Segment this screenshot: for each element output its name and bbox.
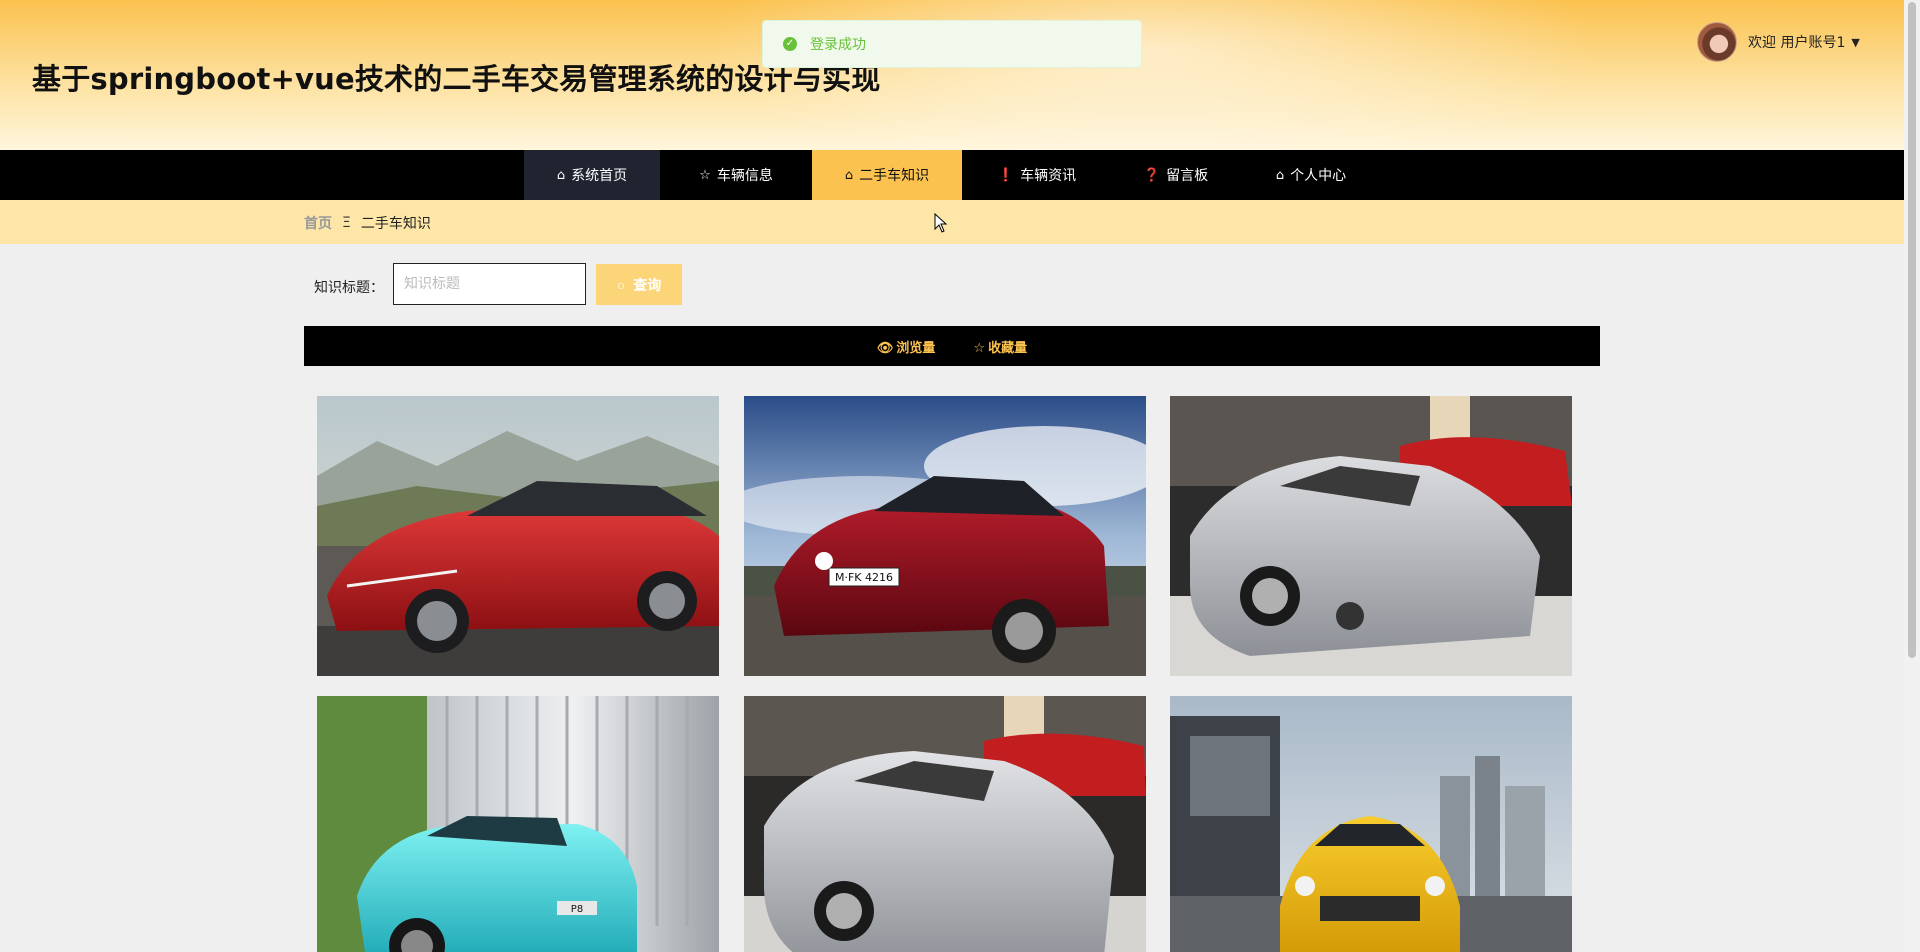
user-menu[interactable]: 欢迎 用户账号1 ▼ <box>1697 22 1860 62</box>
toast-message: 登录成功 <box>810 37 866 53</box>
knowledge-card[interactable]: M·FK 4216 <box>744 396 1146 676</box>
silver-convertible-image <box>1170 396 1572 676</box>
star-icon: ☆ <box>699 167 711 183</box>
eye-icon: 👁 <box>876 340 894 356</box>
search-button-label: 查询 <box>633 276 662 293</box>
yellow-suv-image <box>1170 696 1572 952</box>
nav-label: 车辆资讯 <box>1020 168 1077 184</box>
scrollbar-thumb[interactable] <box>1908 2 1916 658</box>
home-icon: ⌂ <box>1275 167 1285 183</box>
nav-item-home[interactable]: ⌂ 系统首页 <box>524 150 660 200</box>
sort-by-favorites[interactable]: ☆ 收藏量 <box>973 337 1027 356</box>
nav-label: 系统首页 <box>571 168 628 184</box>
main-nav: ⌂ 系统首页 ☆ 车辆信息 ⌂ 二手车知识 ❗ 车辆资讯 ❓ 留言板 ⌂ 个人中… <box>0 150 1904 200</box>
breadcrumb-separator: Ξ <box>342 215 351 231</box>
knowledge-card[interactable] <box>1170 396 1572 676</box>
nav-item-messages[interactable]: ❓ 留言板 <box>1112 150 1240 200</box>
success-toast: ✓ 登录成功 <box>762 20 1142 68</box>
caret-down-icon[interactable]: ▼ <box>1851 36 1859 49</box>
info-icon: ❗ <box>997 167 1015 183</box>
search-button[interactable]: ○ 查询 <box>596 264 682 305</box>
breadcrumb-current: 二手车知识 <box>360 216 431 232</box>
badge-text: P8 <box>571 904 583 915</box>
nav-label: 车辆信息 <box>716 168 773 184</box>
breadcrumb: 首页 Ξ 二手车知识 <box>304 213 431 233</box>
nav-label: 个人中心 <box>1290 168 1347 184</box>
page-scrollbar[interactable] <box>1904 0 1920 952</box>
red-sedan-image <box>317 396 719 676</box>
search-label: 知识标题： <box>314 280 384 296</box>
teal-suv-image: P8 <box>317 696 719 952</box>
star-icon: ☆ <box>973 340 986 356</box>
knowledge-card[interactable] <box>1170 696 1572 952</box>
avatar[interactable] <box>1697 22 1737 62</box>
nav-item-news[interactable]: ❗ 车辆资讯 <box>962 150 1112 200</box>
license-plate: M·FK 4216 <box>835 571 893 584</box>
knowledge-card[interactable]: P8 <box>317 696 719 952</box>
check-circle-icon: ✓ <box>783 37 797 51</box>
search-input[interactable] <box>393 263 586 305</box>
nav-item-knowledge[interactable]: ⌂ 二手车知识 <box>812 150 962 200</box>
site-title: 基于springboot+vue技术的二手车交易管理系统的设计与实现 <box>32 62 881 96</box>
search-icon: ○ <box>616 276 626 293</box>
home-icon: ⌂ <box>556 167 566 183</box>
knowledge-card[interactable] <box>744 696 1146 952</box>
help-icon: ❓ <box>1143 167 1161 183</box>
knowledge-card[interactable] <box>317 396 719 676</box>
nav-label: 二手车知识 <box>859 168 930 184</box>
nav-item-profile[interactable]: ⌂ 个人中心 <box>1240 150 1382 200</box>
bag-icon: ⌂ <box>844 167 854 183</box>
nav-item-vehicles[interactable]: ☆ 车辆信息 <box>660 150 812 200</box>
sort-bar: 👁 浏览量 ☆ 收藏量 <box>304 326 1600 366</box>
red-coupe-image: M·FK 4216 <box>744 396 1146 676</box>
breadcrumb-home[interactable]: 首页 <box>304 213 332 233</box>
breadcrumb-bar: 首页 Ξ 二手车知识 <box>0 200 1904 244</box>
welcome-text[interactable]: 欢迎 用户账号1 <box>1748 32 1845 52</box>
silver-convertible-image-2 <box>744 696 1146 952</box>
sort-by-views[interactable]: 👁 浏览量 <box>877 337 936 356</box>
nav-label: 留言板 <box>1166 168 1209 184</box>
mouse-cursor-icon <box>934 213 948 233</box>
sort-favorites-label: 收藏量 <box>988 340 1028 356</box>
sort-views-label: 浏览量 <box>896 340 936 356</box>
